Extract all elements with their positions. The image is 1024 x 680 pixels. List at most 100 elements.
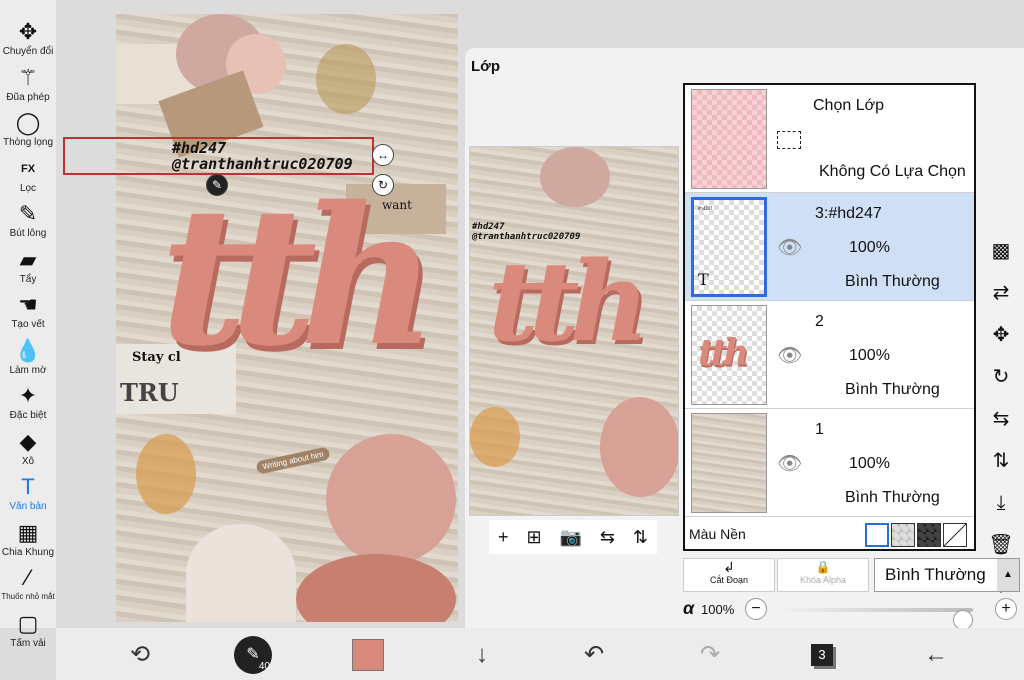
tool-brush[interactable]: ✎ Bút lông [0,200,56,246]
tool-smudge[interactable]: ☚ Tạo vết [0,291,56,337]
brush-size-button[interactable]: ✎ 40 [234,636,272,674]
background-label: Màu Nền [689,526,746,542]
bg-white-swatch[interactable] [865,523,889,547]
tool-label: Văn bản [9,501,47,512]
resize-handle-icon[interactable]: ↔ [372,144,394,166]
tool-fx[interactable]: FX Lọc [0,155,56,201]
edit-text-icon[interactable]: ✎ [206,174,228,196]
tool-lasso[interactable]: ◯ Thòng lọng [0,109,56,155]
alpha-lock-button[interactable]: 🔒 Khóa Alpha [777,558,869,592]
rose-cluster [326,434,456,564]
tool-label: Thuốc nhỏ mắt [1,592,55,601]
layer-row-1[interactable]: 👁 1 100% Bình Thường [685,409,974,517]
tool-move[interactable]: ✥ Chuyển đổi [0,18,56,64]
layer-row-3[interactable]: #hd247 T 👁 3:#hd247 100% Bình Thường [685,193,974,301]
preview-toolbar: + ⊞ 📷 ⇆ ⇅ [489,520,657,554]
bg-transparent-swatch[interactable] [891,523,915,547]
marquee-icon [777,131,801,149]
dropdown-arrow-icon: ▲ [997,559,1019,591]
flip-horizontal-icon[interactable]: ⇆ [985,404,1017,434]
dry-flower [316,44,376,114]
frame-divider-icon: ▦ [17,519,39,545]
tool-bucket[interactable]: ◆ Xô [0,428,56,474]
back-arrow-icon[interactable]: ← [918,638,954,672]
layer-thumbnail: #hd247 T [691,197,767,297]
select-layer-row[interactable]: Chọn Lớp Không Có Lựa Chọn [685,85,974,193]
brush-swap-icon[interactable]: ⟲ [122,638,158,672]
down-arrow-icon[interactable]: ↓ [464,638,500,672]
tool-text[interactable]: T Văn bản [0,473,56,519]
tool-label: Làm mờ [9,364,47,376]
move-icon: ✥ [18,19,38,44]
brush-icon: ✎ [18,201,38,226]
slider-knob[interactable] [953,610,973,630]
add-layer-icon[interactable]: + [498,527,509,548]
layer-name: 1 [815,421,824,438]
flip-vertical-icon[interactable]: ⇅ [985,446,1017,476]
visibility-eye-icon[interactable]: 👁 [777,235,802,260]
tool-label: Chuyển đổi [2,46,54,57]
color-swatch-button[interactable] [352,639,384,671]
layer-panel: Lớp #hd247 @tranthanhtruc020709 tth + ⊞ … [465,48,1024,630]
add-layer-box-icon[interactable]: ⊞ [526,527,541,548]
envelope [186,524,296,622]
clipping-label: Cắt Đoạn [709,575,749,585]
tool-eraser[interactable]: ▰ Tẩy [0,246,56,292]
merge-down-icon[interactable]: ⤓ [985,488,1017,518]
checker-icon[interactable]: ▩ [985,236,1017,266]
tool-magic-wand[interactable]: ⚚ Đũa phép [0,64,56,110]
selection-thumbnail [691,89,767,189]
tool-special[interactable]: ✦ Đặc biệt [0,382,56,428]
preview-text-line-1: #hd247 [472,222,505,232]
thumb-text: #hd247 [698,206,713,211]
layer-blend-mode: Bình Thường [845,489,940,506]
bg-none-swatch[interactable] [943,523,967,547]
layer-row-2[interactable]: tth 👁 2 100% Bình Thường [685,301,974,409]
opacity-slider[interactable] [777,608,973,630]
visibility-eye-icon[interactable]: 👁 [777,451,802,476]
rose-cluster [296,554,456,622]
alpha-value: 100% [701,602,735,617]
tool-label: Tạo vết [11,319,45,330]
undo-icon[interactable]: ↶ [576,638,612,672]
tool-canvas[interactable]: ▢ Tấm vải [0,610,56,656]
redo-icon[interactable]: ↷ [692,638,728,672]
bottom-toolbar: ⟲ ✎ 40 ↓ ↶ ↷ 3 ← [56,628,1024,680]
blend-mode-value: Bình Thường [885,565,986,584]
tool-eyedropper[interactable]: ⁄ Thuốc nhỏ mắt [0,564,56,610]
trash-icon[interactable]: 🗑 [985,530,1017,560]
lock-icon: 🔒 [815,560,831,574]
layer-thumbnail [691,413,767,513]
tool-blur-drop[interactable]: 💧 Làm mờ [0,337,56,383]
tool-label: Chia Khung [1,546,55,558]
tool-frame-divider[interactable]: ▦ Chia Khung [0,519,56,565]
flip-vertical-icon[interactable]: ⇅ [633,527,648,548]
move-icon[interactable]: ✥ [985,320,1017,350]
select-layer-status: Không Có Lựa Chọn [819,163,966,180]
tool-label: Tẩy [19,273,37,285]
swap-icon[interactable]: ⇄ [985,278,1017,308]
layer-blend-mode: Bình Thường [845,273,940,290]
text-selection-box[interactable] [63,137,374,175]
rotate-handle-icon[interactable]: ↻ [372,174,394,196]
increase-opacity-icon[interactable]: + [995,598,1017,620]
rotate-icon[interactable]: ↻ [985,362,1017,392]
blend-mode-select[interactable]: Bình Thường ▲ [874,558,1020,592]
flower-cluster [540,147,610,207]
bg-dark-swatch[interactable] [917,523,941,547]
layer-name: 3:#hd247 [815,205,882,222]
layers-button[interactable]: 3 [804,638,840,672]
tth-lettering: tth [160,165,438,388]
tool-label: Lọc [19,182,37,194]
flip-horizontal-icon[interactable]: ⇆ [600,527,615,548]
eyedropper-icon: ⁄ [26,565,30,590]
tool-label: Thòng lọng [2,137,54,148]
canvas-area[interactable]: want Stay cl TRU Writing about him tth #… [56,0,466,628]
clipping-button[interactable]: ↲ Cắt Đoạn [683,558,775,592]
tool-label: Bút lông [9,228,47,239]
camera-icon[interactable]: 📷 [559,527,581,548]
artwork-canvas[interactable]: want Stay cl TRU Writing about him tth [116,14,458,622]
decrease-opacity-icon[interactable]: − [745,598,767,620]
fx-icon: FX [20,162,36,175]
visibility-eye-icon[interactable]: 👁 [777,343,802,368]
